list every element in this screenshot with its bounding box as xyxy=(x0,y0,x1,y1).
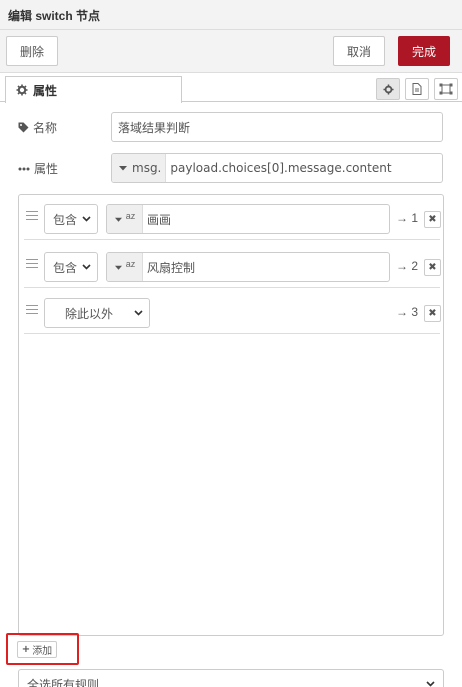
rule-operator-select[interactable]: 除此以外 xyxy=(44,298,150,328)
name-label-text: 名称 xyxy=(33,121,58,135)
name-label: 名称 xyxy=(18,119,57,136)
caret-down-icon xyxy=(114,217,122,222)
caret-down-icon xyxy=(119,166,127,171)
ellipsis-icon xyxy=(18,167,30,170)
appearance-icon xyxy=(439,83,453,95)
property-type-button[interactable]: msg. xyxy=(112,154,167,182)
chevron-down-icon xyxy=(134,310,143,316)
rule-value-type-button[interactable]: az xyxy=(107,253,143,281)
dialog-titlebar: 编辑 switch 节点 xyxy=(0,0,462,30)
tab-description-icon-button[interactable] xyxy=(405,78,429,100)
rule-operator-value: 包含 xyxy=(53,212,78,227)
tag-icon xyxy=(18,122,29,133)
rule-value: 风扇控制 xyxy=(147,260,196,275)
tab-settings-icon-button[interactable] xyxy=(376,78,400,100)
document-icon xyxy=(412,83,422,95)
close-icon: ✖ xyxy=(428,308,437,319)
rule-row: 包含 az 画画 → 1 ✖ xyxy=(24,195,441,240)
dialog-title: 编辑 switch 节点 xyxy=(8,9,101,23)
rule-operator-select[interactable]: 包含 xyxy=(44,252,98,282)
dialog-toolbar: 删除 取消 完成 xyxy=(0,30,462,73)
delete-button[interactable]: 删除 xyxy=(6,36,58,66)
name-input[interactable]: 落域结果判断 xyxy=(111,112,443,142)
rule-row: 除此以外 → 3 ✖ xyxy=(24,289,441,334)
property-type-label: msg. xyxy=(132,161,162,175)
rule-value-input[interactable]: az 画画 xyxy=(106,204,390,234)
tab-appearance-icon-button[interactable] xyxy=(434,78,458,100)
close-icon: ✖ xyxy=(428,214,437,225)
drag-handle-icon[interactable] xyxy=(26,305,38,315)
chevron-down-icon xyxy=(82,264,91,270)
drag-handle-icon[interactable] xyxy=(26,211,38,221)
rule-operator-value: 包含 xyxy=(53,260,78,275)
rule-value-type-button[interactable]: az xyxy=(107,205,143,233)
drag-handle-icon[interactable] xyxy=(26,259,38,269)
rule-value-input[interactable]: az 风扇控制 xyxy=(106,252,390,282)
remove-rule-button[interactable]: ✖ xyxy=(424,305,441,322)
name-row: 名称 落域结果判断 xyxy=(18,112,444,142)
cancel-button[interactable]: 取消 xyxy=(333,36,385,66)
rule-check-mode-value: 全选所有规则 xyxy=(27,677,100,687)
highlight-annotation xyxy=(6,633,79,665)
rule-value: 画画 xyxy=(147,212,172,227)
chevron-down-icon xyxy=(426,681,435,687)
tab-properties[interactable]: 属性 xyxy=(5,76,182,103)
property-label: 属性 xyxy=(18,160,58,177)
remove-rule-button[interactable]: ✖ xyxy=(424,211,441,228)
rules-list: 包含 az 画画 → 1 ✖ 包含 az 风扇控制 → 2 ✖ 除此以外 → 3… xyxy=(18,194,444,636)
rule-operator-select[interactable]: 包含 xyxy=(44,204,98,234)
property-label-text: 属性 xyxy=(34,162,59,176)
string-type-icon: az xyxy=(125,259,136,270)
rule-output-label: → 3 xyxy=(396,305,419,319)
property-value: payload.choices[0].message.content xyxy=(170,161,392,175)
string-type-icon: az xyxy=(125,211,136,222)
gear-icon xyxy=(382,83,394,95)
remove-rule-button[interactable]: ✖ xyxy=(424,259,441,276)
tab-properties-label: 属性 xyxy=(33,83,58,98)
rule-row: 包含 az 风扇控制 → 2 ✖ xyxy=(24,243,441,288)
caret-down-icon xyxy=(114,265,122,270)
gear-icon xyxy=(16,84,28,96)
rule-output-label: → 2 xyxy=(396,259,419,273)
property-row: 属性 msg. payload.choices[0].message.conte… xyxy=(18,153,444,183)
property-input[interactable]: msg. payload.choices[0].message.content xyxy=(111,153,443,183)
close-icon: ✖ xyxy=(428,262,437,273)
rule-operator-value: 除此以外 xyxy=(65,306,114,321)
done-button[interactable]: 完成 xyxy=(398,36,450,66)
rule-check-mode-select[interactable]: 全选所有规则 xyxy=(18,669,444,687)
rule-output-label: → 1 xyxy=(396,211,419,225)
chevron-down-icon xyxy=(82,216,91,222)
